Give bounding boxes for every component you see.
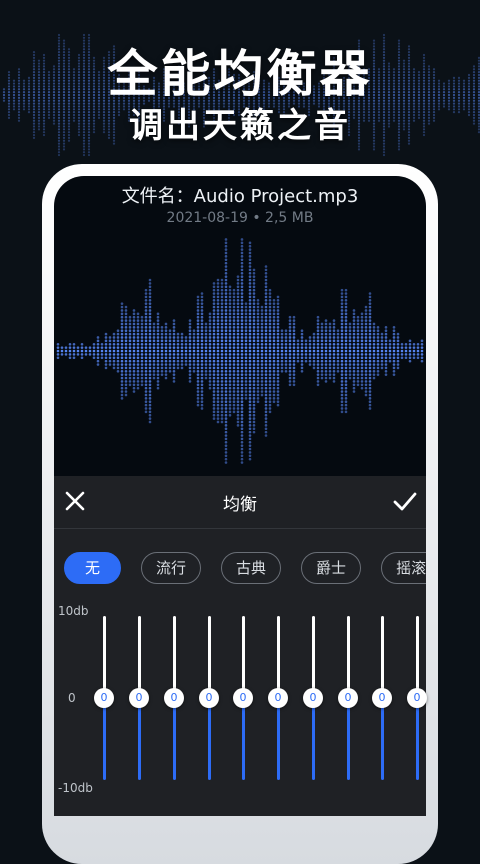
file-name: 文件名：Audio Project.mp3	[121, 186, 359, 207]
slider-track-upper	[208, 616, 211, 698]
equalizer-title: 均衡	[223, 495, 257, 515]
scale-top-label: 10db	[58, 604, 89, 618]
slider-knob[interactable]: 0	[164, 688, 184, 708]
slider-knob[interactable]: 0	[338, 688, 358, 708]
band-slider[interactable]: 0	[268, 616, 290, 780]
band-slider[interactable]: 0	[303, 616, 325, 780]
slider-knob[interactable]: 0	[372, 688, 392, 708]
scale-bottom-label: -10db	[58, 781, 93, 795]
preset-pop[interactable]: 流行	[141, 552, 202, 584]
slider-track-upper	[277, 616, 280, 698]
slider-track-upper	[381, 616, 384, 698]
band-slider[interactable]: 0	[372, 616, 394, 780]
preset-classical[interactable]: 古典	[221, 552, 282, 584]
audio-waveform	[56, 238, 424, 464]
slider-track-upper	[312, 616, 315, 698]
scale-middle-label: 0	[68, 691, 76, 705]
slider-knob[interactable]: 0	[407, 688, 427, 708]
slider-track-upper	[347, 616, 350, 698]
preset-jazz[interactable]: 爵士	[301, 552, 362, 584]
slider-knob[interactable]: 0	[94, 688, 114, 708]
slider-track-lower	[312, 698, 315, 780]
slider-track-lower	[277, 698, 280, 780]
slider-track-lower	[138, 698, 141, 780]
slider-track-lower	[208, 698, 211, 780]
slider-knob[interactable]: 0	[233, 688, 253, 708]
slider-track-upper	[138, 616, 141, 698]
slider-knob[interactable]: 0	[129, 688, 149, 708]
preset-list: 无流行 古典 爵士 摇滚	[64, 552, 426, 586]
slider-track-upper	[416, 616, 419, 698]
slider-track-lower	[347, 698, 350, 780]
band-slider[interactable]: 0	[94, 616, 116, 780]
slider-track-lower	[381, 698, 384, 780]
slider-track-upper	[242, 616, 245, 698]
slider-track-lower	[173, 698, 176, 780]
band-slider[interactable]: 0	[129, 616, 151, 780]
preset-rock[interactable]: 摇滚	[381, 552, 426, 584]
band-slider[interactable]: 0	[338, 616, 360, 780]
promo-headline: 全能均衡器	[107, 45, 373, 103]
equalizer-header: 均衡	[54, 476, 426, 529]
band-slider[interactable]: 0	[233, 616, 255, 780]
slider-track-upper	[173, 616, 176, 698]
preset-none[interactable]: 无	[64, 552, 122, 584]
check-icon[interactable]	[392, 488, 418, 514]
slider-track-lower	[416, 698, 419, 780]
slider-track-lower	[103, 698, 106, 780]
slider-knob[interactable]: 0	[303, 688, 323, 708]
band-slider[interactable]: 0	[164, 616, 186, 780]
slider-knob[interactable]: 0	[268, 688, 288, 708]
band-slider[interactable]: 0	[199, 616, 221, 780]
band-slider[interactable]: 0	[407, 616, 429, 780]
slider-track-upper	[103, 616, 106, 698]
promo-subheadline: 调出天籁之音	[129, 106, 351, 146]
slider-track-lower	[242, 698, 245, 780]
slider-knob[interactable]: 0	[199, 688, 219, 708]
